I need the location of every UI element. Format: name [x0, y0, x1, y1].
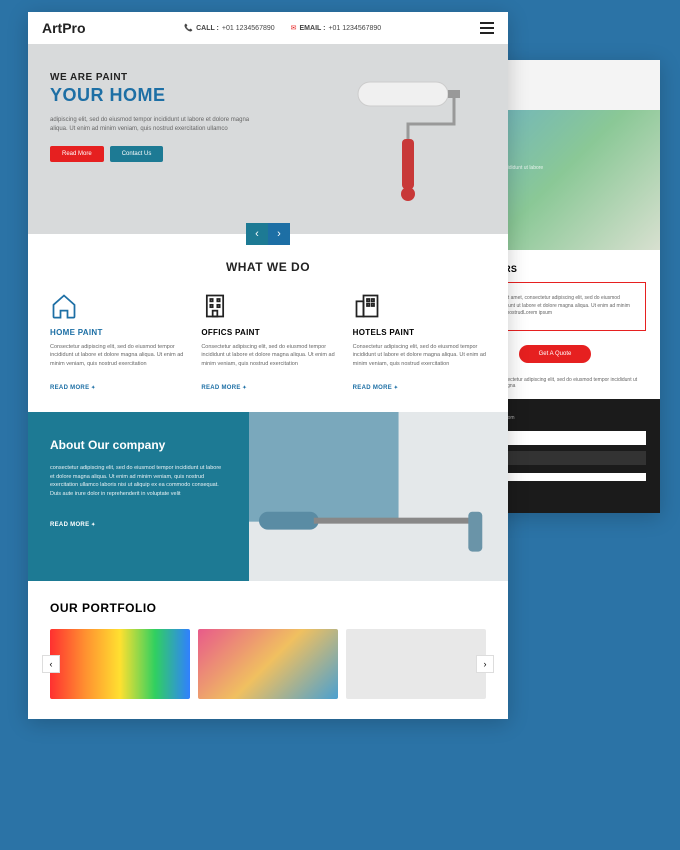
header-contact: 📞 CALL : +01 1234567890 ✉ EMAIL : +01 12…: [184, 24, 381, 32]
hamburger-menu-icon[interactable]: [480, 22, 494, 34]
paint-roller-image: [328, 64, 478, 214]
portfolio-next-button[interactable]: ›: [476, 655, 494, 673]
portfolio-title: OUR PORTFOLIO: [50, 601, 486, 615]
logo[interactable]: ArtPro: [42, 20, 86, 36]
service-desc: Consectetur adipiscing elit, sed do eius…: [353, 343, 486, 368]
portfolio-item[interactable]: [346, 629, 486, 699]
get-quote-button[interactable]: Get A Quote: [519, 345, 592, 363]
portfolio-item[interactable]: [50, 629, 190, 699]
contact-us-button[interactable]: Contact Us: [110, 146, 164, 162]
service-title: OFFICS PAINT: [201, 328, 334, 337]
hero-desc: adipiscing elit, sed do eiusmod tempor i…: [50, 116, 250, 134]
main-page: ArtPro 📞 CALL : +01 1234567890 ✉ EMAIL :…: [28, 12, 508, 719]
phone-icon: 📞: [184, 24, 193, 32]
service-desc: Consectetur adipiscing elit, sed do eius…: [201, 343, 334, 368]
hotel-icon: [353, 292, 486, 320]
read-more-link[interactable]: READ MORE: [201, 385, 247, 391]
service-title: HOME PAINT: [50, 328, 183, 337]
about-text-panel: About Our company consectetur adipiscing…: [28, 412, 249, 581]
read-more-link[interactable]: READ MORE: [50, 385, 96, 391]
portfolio-item[interactable]: [198, 629, 338, 699]
home-icon: [50, 292, 183, 320]
hero-carousel-nav: ‹ ›: [246, 223, 290, 245]
hero-section: WE ARE PAINT YOUR HOME adipiscing elit, …: [28, 44, 508, 234]
about-read-more-link[interactable]: READ MORE: [50, 522, 96, 528]
service-title: HOTELS PAINT: [353, 328, 486, 337]
services-row: HOME PAINT Consectetur adipiscing elit, …: [28, 292, 508, 412]
call-info: 📞 CALL : +01 1234567890: [184, 24, 274, 32]
portfolio-prev-button[interactable]: ‹: [42, 655, 60, 673]
read-more-link[interactable]: READ MORE: [353, 385, 399, 391]
carousel-prev-button[interactable]: ‹: [246, 223, 268, 245]
about-section: About Our company consectetur adipiscing…: [28, 412, 508, 581]
service-hotels-paint: HOTELS PAINT Consectetur adipiscing elit…: [353, 292, 486, 394]
carousel-next-button[interactable]: ›: [268, 223, 290, 245]
header: ArtPro 📞 CALL : +01 1234567890 ✉ EMAIL :…: [28, 12, 508, 44]
mail-icon: ✉: [291, 24, 297, 32]
about-desc: consectetur adipiscing elit, sed do eius…: [50, 464, 227, 499]
about-image: [249, 412, 508, 581]
service-desc: Consectetur adipiscing elit, sed do eius…: [50, 343, 183, 368]
about-title: About Our company: [50, 438, 227, 452]
email-info: ✉ EMAIL : +01 1234567890: [291, 24, 382, 32]
building-icon: [201, 292, 334, 320]
service-office-paint: OFFICS PAINT Consectetur adipiscing elit…: [201, 292, 334, 394]
portfolio-section: OUR PORTFOLIO ‹ ›: [28, 581, 508, 719]
portfolio-carousel: ‹ ›: [50, 629, 486, 699]
service-home-paint: HOME PAINT Consectetur adipiscing elit, …: [50, 292, 183, 394]
read-more-button[interactable]: Read More: [50, 146, 104, 162]
